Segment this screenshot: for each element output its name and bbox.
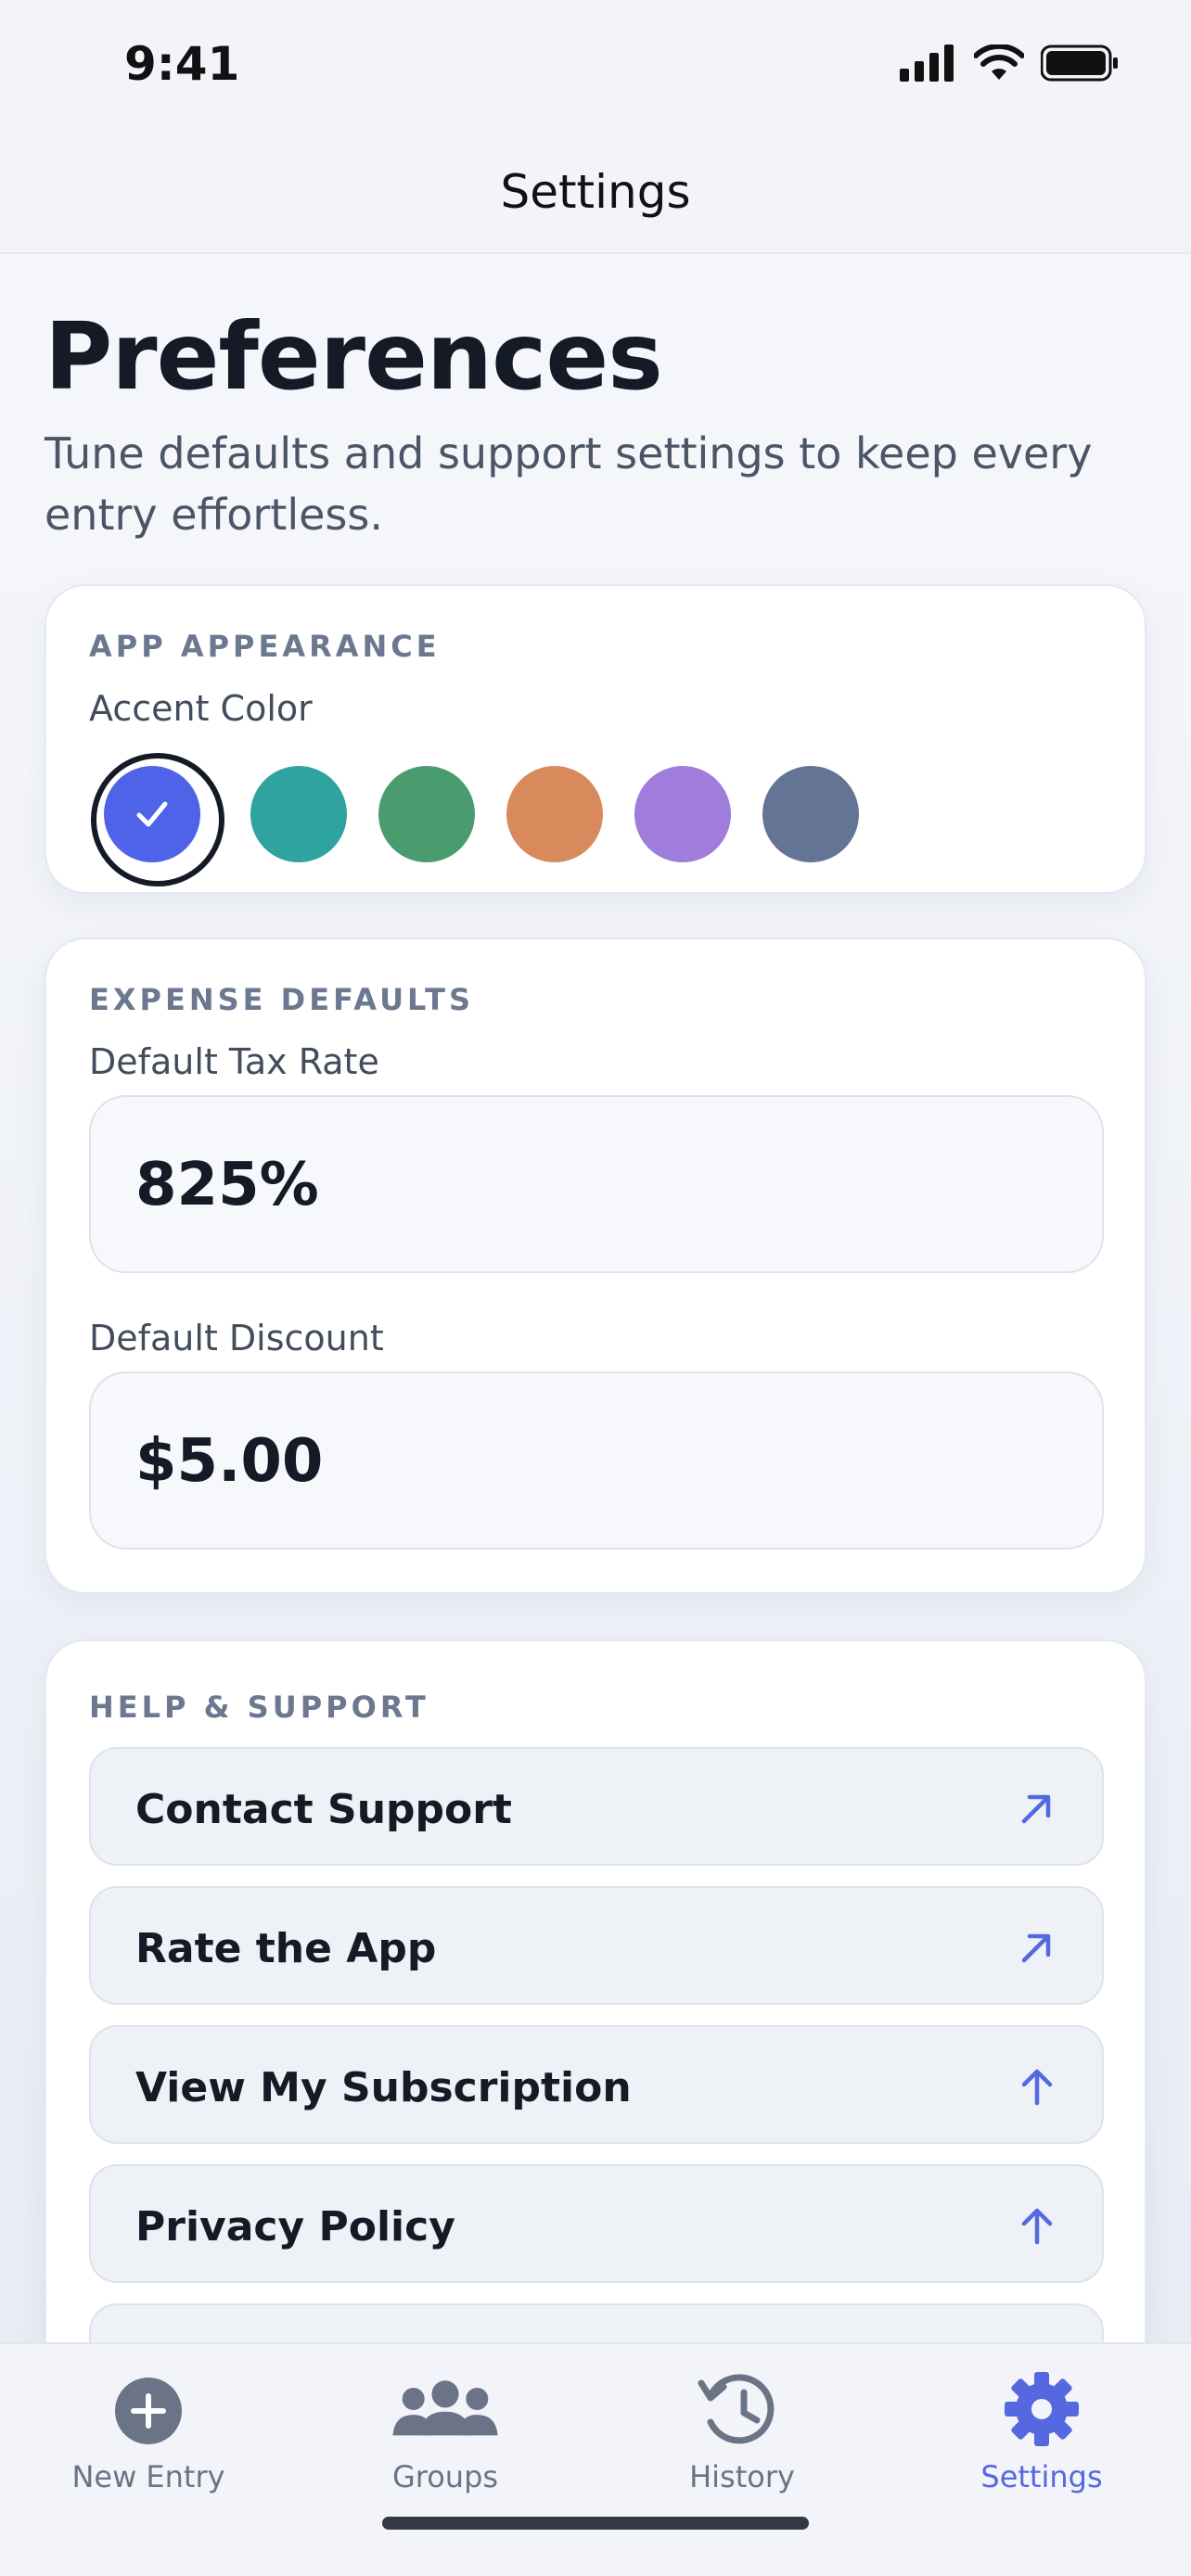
app-appearance-card: APP APPEARANCE Accent Color xyxy=(45,584,1146,894)
discount-input[interactable]: $5.00 xyxy=(89,1371,1104,1549)
swatch-orange[interactable] xyxy=(506,766,603,862)
tab-label: History xyxy=(689,2459,795,2494)
battery-icon xyxy=(1041,45,1118,82)
history-clock-icon xyxy=(698,2374,775,2444)
page-subtitle: Tune defaults and support settings to ke… xyxy=(45,428,1093,540)
wifi-icon xyxy=(974,45,1024,80)
privacy-policy-button[interactable]: Privacy Policy xyxy=(89,2164,1104,2283)
gear-icon xyxy=(1005,2372,1079,2446)
tax-rate-label: Default Tax Rate xyxy=(89,1041,379,1082)
support-item-label: View My Subscription xyxy=(135,2064,632,2111)
accent-swatches xyxy=(78,753,913,886)
support-item-label: Contact Support xyxy=(135,1786,512,1833)
support-item-label: Rate the App xyxy=(135,1925,437,1972)
help-support-card: HELP & SUPPORT Contact Support Rate the … xyxy=(45,1639,1146,2433)
swatch-blue[interactable] xyxy=(91,753,224,886)
arrow-up-right-icon xyxy=(1021,1933,1051,1963)
people-icon xyxy=(392,2380,498,2436)
status-time: 9:41 xyxy=(124,37,240,91)
discount-value: $5.00 xyxy=(135,1427,324,1496)
arrow-up-icon xyxy=(1021,2069,1053,2106)
arrow-up-icon xyxy=(1021,2208,1053,2245)
accent-color-label: Accent Color xyxy=(89,688,313,729)
swatch-teal[interactable] xyxy=(250,766,347,862)
rate-app-button[interactable]: Rate the App xyxy=(89,1886,1104,2005)
section-title-expense: EXPENSE DEFAULTS xyxy=(89,982,475,1017)
tab-label: New Entry xyxy=(71,2459,225,2494)
page-title: Preferences xyxy=(45,302,663,411)
nav-bar: Settings xyxy=(0,139,1191,254)
signal-icon xyxy=(900,45,954,82)
section-title-appearance: APP APPEARANCE xyxy=(89,629,441,664)
tab-new-entry[interactable]: New Entry xyxy=(37,2363,260,2494)
expense-defaults-card: EXPENSE DEFAULTS Default Tax Rate 825% D… xyxy=(45,937,1146,1594)
section-title-support: HELP & SUPPORT xyxy=(89,1690,429,1725)
home-indicator xyxy=(382,2517,809,2530)
checkmark-icon xyxy=(136,801,168,827)
tab-history[interactable]: History xyxy=(631,2363,853,2494)
arrow-up-right-icon xyxy=(1021,1794,1051,1824)
discount-label: Default Discount xyxy=(89,1318,384,1358)
tab-settings[interactable]: Settings xyxy=(930,2363,1153,2494)
tax-rate-value: 825% xyxy=(135,1151,319,1219)
nav-title: Settings xyxy=(500,165,691,219)
tab-groups[interactable]: Groups xyxy=(334,2363,557,2494)
tab-label: Groups xyxy=(391,2459,499,2494)
status-bar: 9:41 xyxy=(0,0,1191,139)
status-icons xyxy=(900,45,1119,82)
swatch-green[interactable] xyxy=(378,766,475,862)
support-item-label: Privacy Policy xyxy=(135,2203,455,2251)
tab-bar: New Entry Groups History Settings xyxy=(0,2342,1191,2576)
contact-support-button[interactable]: Contact Support xyxy=(89,1747,1104,1866)
view-subscription-button[interactable]: View My Subscription xyxy=(89,2025,1104,2144)
plus-circle-icon xyxy=(115,2378,182,2444)
tab-label: Settings xyxy=(980,2459,1103,2494)
tax-rate-input[interactable]: 825% xyxy=(89,1095,1104,1273)
swatch-slate[interactable] xyxy=(762,766,859,862)
swatch-purple[interactable] xyxy=(634,766,731,862)
